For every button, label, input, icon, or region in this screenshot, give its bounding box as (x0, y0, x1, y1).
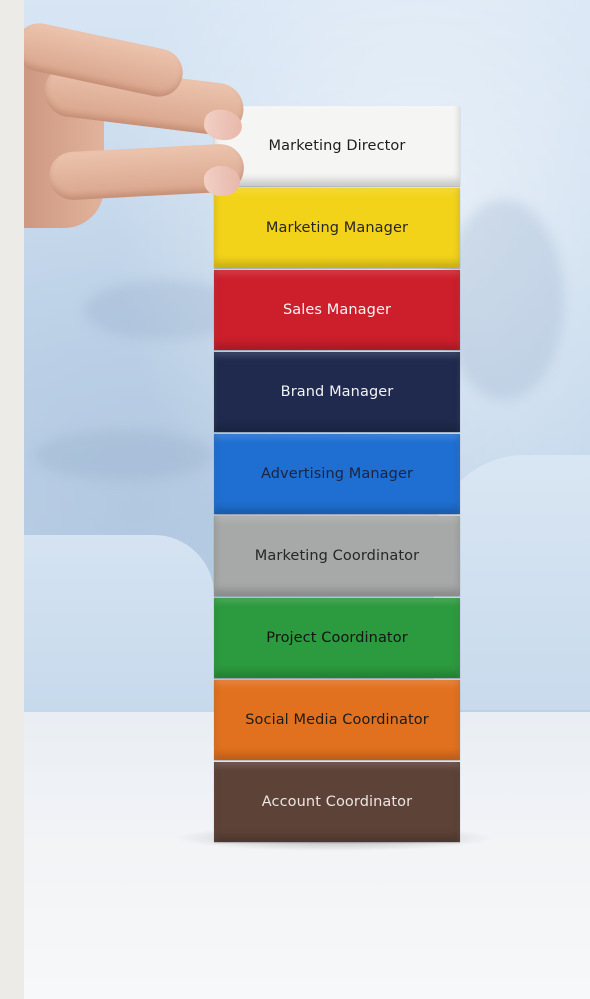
block-project-coordinator[interactable]: Project Coordinator (214, 598, 460, 678)
block-brand-manager[interactable]: Brand Manager (214, 352, 460, 432)
block-label: Marketing Director (268, 138, 406, 154)
hand (24, 18, 247, 228)
block-account-coordinator[interactable]: Account Coordinator (214, 762, 460, 842)
block-marketing-director[interactable]: Marketing Director (214, 106, 460, 186)
block-social-media-coordinator[interactable]: Social Media Coordinator (214, 680, 460, 760)
block-label: Social Media Coordinator (245, 712, 429, 728)
left-sleeve (24, 535, 214, 715)
block-advertising-manager[interactable]: Advertising Manager (214, 434, 460, 514)
block-marketing-manager[interactable]: Marketing Manager (214, 188, 460, 268)
block-label: Brand Manager (280, 384, 394, 400)
block-label: Marketing Manager (265, 220, 409, 236)
block-label: Sales Manager (282, 302, 392, 318)
block-label: Advertising Manager (260, 466, 414, 482)
block-label: Account Coordinator (261, 794, 413, 810)
block-label: Project Coordinator (266, 630, 408, 646)
photo-scene: Marketing Director Marketing Manager Sal… (24, 0, 590, 999)
block-label: Marketing Coordinator (254, 548, 420, 564)
block-sales-manager[interactable]: Sales Manager (214, 270, 460, 350)
block-stack: Marketing Director Marketing Manager Sal… (214, 106, 462, 844)
block-marketing-coordinator[interactable]: Marketing Coordinator (214, 516, 460, 596)
